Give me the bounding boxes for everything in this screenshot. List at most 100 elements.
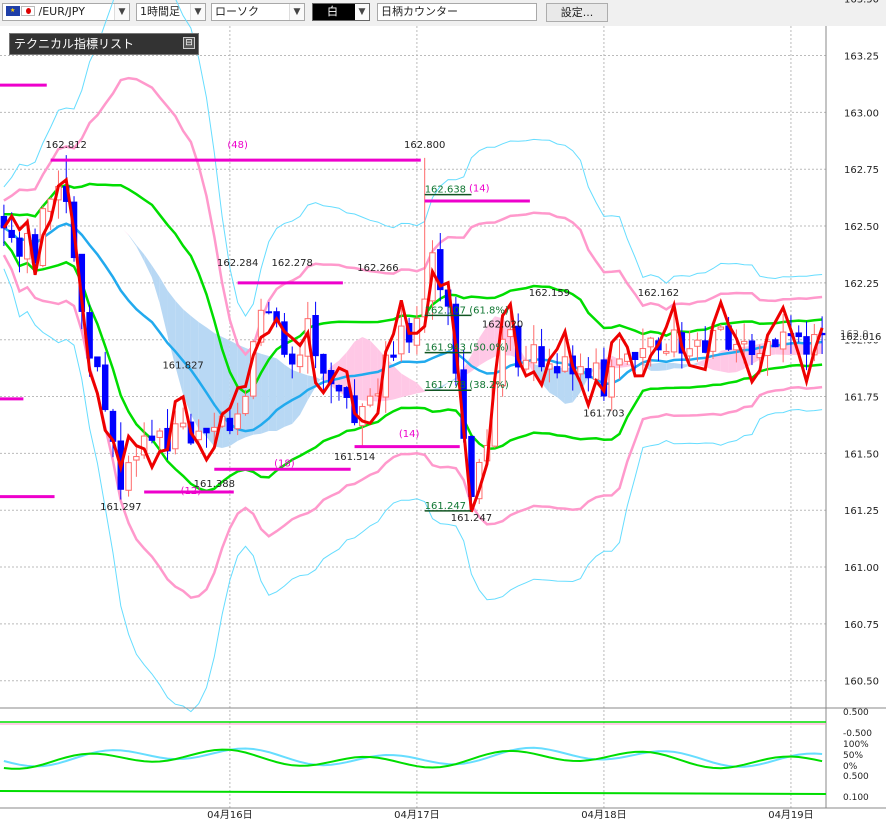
candle-body	[125, 462, 132, 491]
candle-body	[211, 426, 218, 432]
price-label: 161.703	[583, 409, 624, 420]
candle-body	[366, 395, 374, 406]
y-tick-label: 163.50	[844, 0, 879, 6]
candle-body	[740, 340, 748, 345]
y-tick-label: 162.50	[844, 222, 879, 233]
candle-body	[553, 366, 561, 374]
cycle-label: (48)	[227, 140, 248, 151]
cloud-segment	[276, 358, 285, 431]
candle-body	[795, 332, 802, 338]
x-date-label: 04月17日	[394, 809, 439, 820]
indicator-list-panel[interactable]: テクニカル指標リスト ⊟	[9, 33, 199, 55]
subpanel-label: -0.500	[843, 729, 872, 739]
candle-body	[507, 329, 514, 338]
y-tick-label: 162.25	[844, 279, 879, 290]
price-label: 162.800	[404, 140, 445, 151]
cloud-segment	[268, 355, 277, 432]
candle-body	[296, 354, 304, 368]
subpanel-label: 0%	[843, 762, 858, 772]
indicator-list-title: テクニカル指標リスト	[14, 37, 135, 51]
price-label: 162.812	[46, 140, 87, 151]
subpanel-label: 50%	[843, 751, 863, 761]
candle-body	[335, 384, 343, 392]
cycle-label: (14)	[399, 429, 420, 440]
candle-body	[398, 325, 405, 355]
candle-body	[772, 339, 779, 348]
candle-body	[101, 364, 109, 411]
candle-body	[195, 430, 202, 441]
candle-body	[686, 348, 693, 357]
candle-body	[203, 427, 210, 434]
y-tick-label: 161.50	[844, 449, 879, 460]
candle-body	[608, 366, 615, 398]
fib-level-label: 161.778 (38.2%)	[425, 380, 509, 391]
candle-body	[631, 351, 639, 360]
candle-body	[694, 339, 701, 347]
candle-body	[390, 354, 397, 358]
y-tick-label: 163.25	[844, 52, 879, 63]
y-tick-label: 163.00	[844, 108, 879, 119]
candle-body	[639, 348, 647, 358]
cloud-segment	[284, 364, 293, 427]
fib-level-label: 162.638	[425, 185, 466, 196]
price-label: 162.284	[217, 258, 258, 269]
candle-body	[242, 395, 249, 415]
price-chart[interactable]: (48)(14)(14)(18)(12)162.638162.107 (61.8…	[0, 0, 886, 820]
candle-body	[8, 229, 15, 238]
y-tick-label: 160.75	[844, 620, 879, 631]
price-label: 161.247	[451, 513, 492, 524]
candle-body	[265, 311, 273, 314]
candle-body	[522, 359, 530, 370]
collapse-icon[interactable]: ⊟	[183, 37, 195, 49]
candle-body	[717, 326, 725, 330]
candle-body	[288, 353, 296, 365]
current-price-label: 162.0	[840, 329, 869, 340]
candle-body	[94, 356, 101, 368]
price-label: 162.278	[272, 258, 313, 269]
price-label: 162.162	[638, 288, 679, 299]
price-label: 161.827	[162, 361, 203, 372]
cycle-label: (14)	[469, 183, 490, 194]
x-date-label: 04月16日	[207, 809, 252, 820]
candle-body	[148, 435, 156, 441]
candle-body	[585, 368, 592, 379]
candle-body	[748, 340, 756, 355]
candle-body	[234, 413, 241, 430]
fib-level-label: 162.107 (61.8%)	[425, 305, 509, 316]
y-tick-label: 161.75	[844, 393, 879, 404]
price-label: 162.159	[529, 288, 570, 299]
subpanel-label: 0.500	[843, 708, 869, 718]
subpanel-label: 0.100	[843, 793, 869, 803]
candle-body	[670, 329, 678, 353]
candle-body	[320, 353, 327, 374]
candle-body	[312, 315, 319, 357]
price-label: 162.020	[482, 320, 523, 331]
price-label: 162.266	[357, 263, 398, 274]
candle-body	[663, 350, 670, 354]
cycle-label: (18)	[274, 458, 295, 469]
price-label: 161.514	[334, 452, 375, 463]
candle-body	[616, 358, 623, 366]
candle-body	[172, 423, 179, 450]
y-tick-label: 161.00	[844, 563, 879, 574]
candle-body	[803, 336, 810, 355]
subpanel-label: 0.500	[843, 772, 869, 782]
candle-body	[779, 331, 787, 350]
candle-body	[156, 430, 163, 438]
price-label: 161.388	[194, 479, 235, 490]
candle-body	[647, 337, 654, 348]
candle-body	[226, 417, 234, 432]
candle-body	[16, 237, 23, 257]
subpanel-label: 100%	[843, 740, 869, 750]
fib-level-label: 161.247	[425, 501, 466, 512]
cloud-segment	[354, 337, 363, 401]
fib-level-label: 161.943 (50.0%)	[425, 343, 509, 354]
x-date-label: 04月18日	[581, 809, 626, 820]
y-tick-label: 162.75	[844, 165, 879, 176]
candle-body	[530, 344, 538, 364]
cloud-segment	[362, 337, 371, 401]
y-axis-area	[826, 26, 886, 820]
candle-body	[179, 422, 187, 428]
price-label: 161.297	[100, 502, 141, 513]
cloud-segment	[658, 363, 667, 371]
